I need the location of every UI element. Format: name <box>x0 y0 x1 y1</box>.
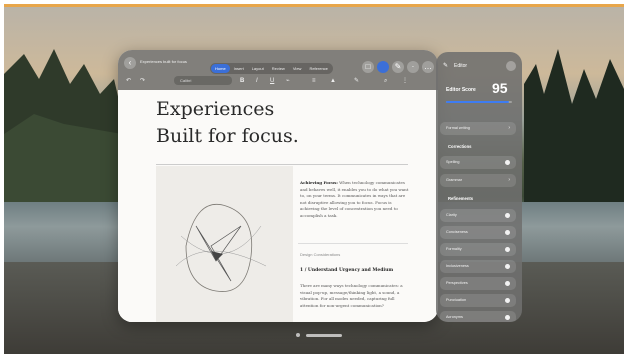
formal-writing-row[interactable]: Formal writing › <box>440 122 516 135</box>
dictate-icon[interactable]: ✎ <box>354 77 359 85</box>
bold-icon[interactable]: B <box>240 77 244 85</box>
italic-icon[interactable]: I <box>256 77 258 85</box>
status-dot <box>505 230 510 235</box>
editor-score-label: Editor Score <box>446 87 476 93</box>
font-picker-value: Calibri <box>180 78 192 83</box>
aside-paragraph: Achieving Focus: When technology communi… <box>300 180 410 219</box>
tab-insert[interactable]: Insert <box>230 64 248 73</box>
corrections-heading: Corrections <box>448 144 472 149</box>
top-accent-line <box>4 4 624 7</box>
refinements-heading: Refinements <box>448 196 474 201</box>
document-window: ‹ Experiences built for focus Home Inser… <box>118 50 438 322</box>
editor-panel: ✎ Editor Editor Score 95 Formal writing … <box>436 52 522 322</box>
status-dot <box>505 160 510 165</box>
document-heading: Experiences Built for focus. <box>156 96 299 150</box>
status-dot <box>505 264 510 269</box>
refinement-conciseness[interactable]: Conciseness <box>440 226 516 239</box>
share-icon[interactable]: □ <box>362 61 374 73</box>
refinement-label: Formality <box>446 247 462 251</box>
refinement-acronyms[interactable]: Acronyms <box>440 311 516 322</box>
heading-line-1: Experiences <box>156 98 275 120</box>
status-dot <box>505 213 510 218</box>
paragraph-icon[interactable]: ≡ <box>312 77 316 85</box>
refinement-label: Perspectives <box>446 281 468 285</box>
underline-icon[interactable]: U <box>270 77 274 85</box>
editor-icon: ✎ <box>443 63 449 69</box>
refinement-inclusiveness[interactable]: Inclusiveness <box>440 260 516 273</box>
tab-reference[interactable]: Reference <box>305 64 331 73</box>
highlight-icon[interactable]: ⌁ <box>286 77 290 85</box>
chevron-right-icon: › <box>508 125 510 131</box>
sketch-image <box>156 166 293 322</box>
window-grabber-bar[interactable] <box>306 334 342 337</box>
correction-label: Spelling <box>446 160 460 164</box>
refinement-punctuation[interactable]: Punctuation <box>440 294 516 307</box>
more-icon[interactable]: … <box>422 61 434 73</box>
document-page[interactable]: Experiences Built for focus. Achieving F… <box>118 90 438 322</box>
refinement-formality[interactable]: Formality <box>440 243 516 256</box>
window-position-dot[interactable] <box>296 333 300 337</box>
editor-title: Editor <box>454 63 468 69</box>
refinement-perspectives[interactable]: Perspectives <box>440 277 516 290</box>
chevron-right-icon: › <box>508 177 510 183</box>
tab-layout[interactable]: Layout <box>248 64 268 73</box>
close-button[interactable] <box>506 61 516 71</box>
font-picker[interactable]: Calibri <box>174 76 232 85</box>
body-paragraph: There are many ways technology communica… <box>300 283 403 308</box>
correction-spelling[interactable]: Spelling <box>440 156 516 169</box>
document-title: Experiences built for focus <box>140 59 187 64</box>
editor-score-value: 95 <box>492 80 508 96</box>
refinement-label: Clarity <box>446 213 457 217</box>
score-bar <box>446 101 512 103</box>
back-button[interactable]: ‹ <box>124 57 136 69</box>
ribbon-tabs: Home Insert Layout Review View Reference <box>210 63 333 74</box>
comment-icon[interactable]: · <box>407 61 419 73</box>
heading-line-2: Built for focus. <box>156 125 299 147</box>
status-dot <box>505 247 510 252</box>
status-dot <box>505 298 510 303</box>
redo-icon[interactable]: ↷ <box>140 77 145 85</box>
refinement-clarity[interactable]: Clarity <box>440 209 516 222</box>
correction-grammar[interactable]: Grammar › <box>440 174 516 187</box>
aside-text: When technology communicates and behaves… <box>300 180 409 218</box>
options-icon[interactable]: ⋮ <box>402 77 408 85</box>
aside-bold: Achieving Focus: <box>300 180 338 185</box>
divider <box>156 164 408 165</box>
section-label: Design Considerations <box>300 252 341 257</box>
tab-view[interactable]: View <box>289 64 306 73</box>
score-bar-fill <box>446 101 509 103</box>
status-dot <box>505 315 510 320</box>
collaborator-avatar[interactable] <box>377 61 389 73</box>
aside-divider <box>298 243 408 244</box>
undo-icon[interactable]: ↶ <box>126 77 131 85</box>
styles-icon[interactable]: ▲ <box>330 77 336 85</box>
refinement-label: Punctuation <box>446 298 467 302</box>
refinement-label: Conciseness <box>446 230 468 234</box>
refinement-label: Inclusiveness <box>446 264 469 268</box>
tab-home[interactable]: Home <box>211 64 230 73</box>
status-dot <box>505 281 510 286</box>
tab-review[interactable]: Review <box>268 64 289 73</box>
subheading: 1 / Understand Urgency and Medium <box>300 268 394 273</box>
formal-writing-label: Formal writing <box>446 126 470 130</box>
edit-icon[interactable]: ✎ <box>392 61 404 73</box>
ribbon-toolbar: ‹ Experiences built for focus Home Inser… <box>118 50 438 90</box>
forest-right <box>524 49 624 214</box>
refinement-label: Acronyms <box>446 315 463 319</box>
search-icon[interactable]: ⌕ <box>384 77 387 85</box>
correction-label: Grammar <box>446 178 463 182</box>
